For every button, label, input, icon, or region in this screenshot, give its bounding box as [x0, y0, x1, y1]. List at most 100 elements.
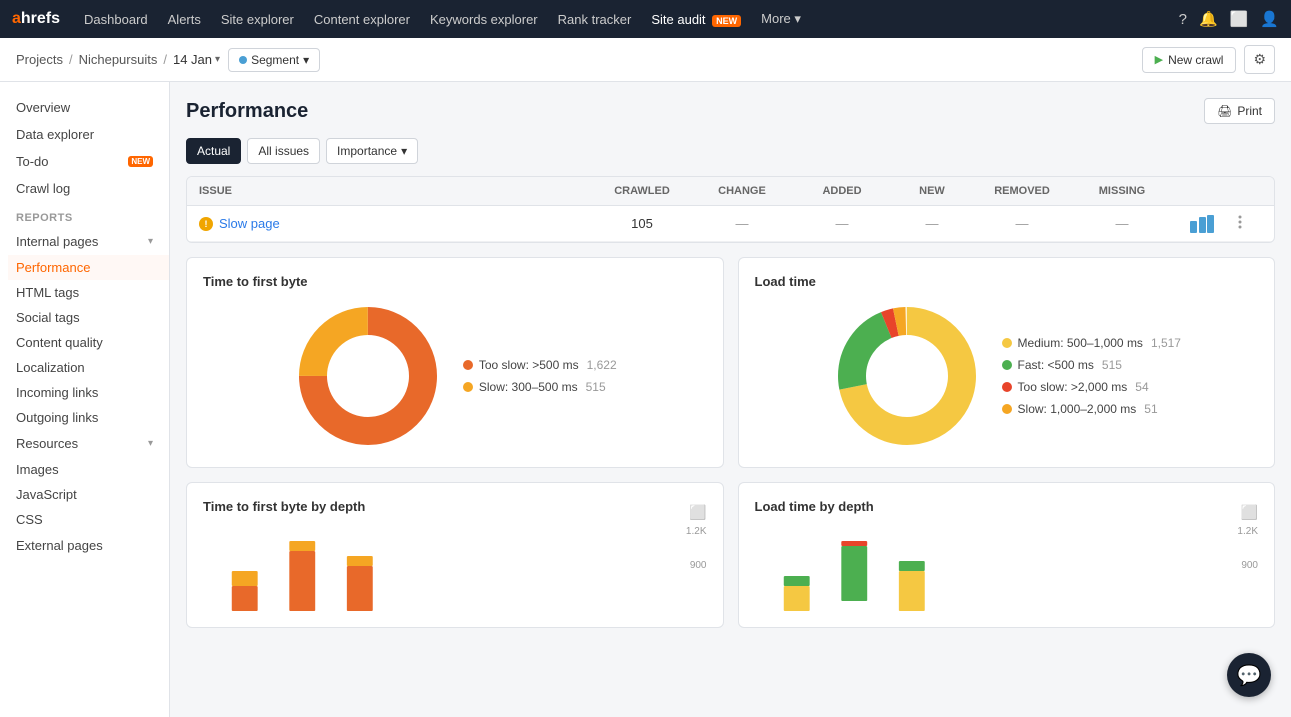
logo[interactable]: ahrefs [12, 10, 60, 28]
sidebar-item-performance[interactable]: Performance [8, 255, 169, 280]
sidebar-item-css[interactable]: CSS [8, 507, 169, 532]
issue-name: ! Slow page [199, 216, 592, 231]
ttfb-dot-1 [463, 360, 473, 370]
internal-pages-submenu: Performance HTML tags Social tags Conten… [0, 255, 169, 430]
col-removed: Removed [972, 185, 1072, 197]
ttfb-y-label-mid: 900 [690, 560, 707, 571]
user-icon[interactable]: 👤 [1260, 10, 1279, 28]
breadcrumb: Projects / Nichepursuits / 14 Jan ▾ [16, 52, 220, 67]
nav-content-explorer[interactable]: Content explorer [306, 8, 418, 31]
col-change: Change [692, 185, 792, 197]
reports-section-header: REPORTS [0, 202, 169, 228]
col-new: New [892, 185, 972, 197]
load-legend-item-4: Slow: 1,000–2,000 ms 51 [1002, 402, 1181, 416]
ttfb-depth-title: Time to first byte by depth [203, 499, 365, 514]
display-icon[interactable]: ⬜ [1230, 10, 1249, 28]
nav-keywords-explorer[interactable]: Keywords explorer [422, 8, 546, 31]
ttfb-legend: Too slow: >500 ms 1,622 Slow: 300–500 ms… [463, 358, 617, 394]
notifications-icon[interactable]: 🔔 [1199, 10, 1218, 28]
col-crawled: Crawled [592, 185, 692, 197]
resources-caret: ▾ [148, 438, 153, 449]
page-title: Performance [186, 100, 308, 123]
ttfb-donut-svg [293, 301, 443, 451]
load-dot-3 [1002, 382, 1012, 392]
segment-button[interactable]: Segment ▾ [228, 48, 320, 72]
load-depth-chart-area: 1.2K 900 [755, 526, 1259, 611]
sidebar-item-resources[interactable]: Resources ▾ [0, 430, 169, 457]
sidebar-item-social-tags[interactable]: Social tags [8, 305, 169, 330]
sidebar-item-localization[interactable]: Localization [8, 355, 169, 380]
sidebar-item-images[interactable]: Images [8, 457, 169, 482]
print-button[interactable]: 🖨 Print [1204, 98, 1275, 124]
new-value: — [892, 216, 972, 231]
load-depth-card: Load time by depth ⬜ 1.2K 900 [738, 482, 1276, 628]
segment-caret: ▾ [303, 53, 309, 67]
load-depth-title: Load time by depth [755, 499, 874, 514]
sidebar-item-crawl-log[interactable]: Crawl log [0, 175, 169, 202]
load-legend-item-1: Medium: 500–1,000 ms 1,517 [1002, 336, 1181, 350]
sub-header-right: ▶ New crawl ⚙ [1142, 45, 1275, 74]
nav-dashboard[interactable]: Dashboard [76, 8, 156, 31]
settings-button[interactable]: ⚙ [1244, 45, 1275, 74]
sidebar-item-html-tags[interactable]: HTML tags [8, 280, 169, 305]
load-donut-container: Medium: 500–1,000 ms 1,517 Fast: <500 ms… [755, 301, 1259, 451]
sidebar-item-javascript[interactable]: JavaScript [8, 482, 169, 507]
projects-link[interactable]: Projects [16, 52, 63, 67]
new-badge: NEW [712, 15, 741, 27]
sub-header: Projects / Nichepursuits / 14 Jan ▾ Segm… [0, 38, 1291, 82]
ttfb-depth-chart-area: 1.2K 900 [203, 526, 707, 611]
new-crawl-button[interactable]: ▶ New crawl [1142, 47, 1237, 73]
sidebar-item-outgoing-links[interactable]: Outgoing links [8, 405, 169, 430]
sidebar-item-external-pages[interactable]: External pages [0, 532, 169, 559]
nav-more[interactable]: More ▾ [753, 7, 809, 31]
crawled-value: 105 [592, 216, 692, 231]
print-icon: 🖨 [1217, 104, 1232, 118]
col-missing: Missing [1072, 185, 1172, 197]
col-actions [1232, 185, 1262, 197]
table-header: Issue Crawled Change Added New Removed M… [187, 177, 1274, 206]
actual-filter[interactable]: Actual [186, 138, 241, 164]
issue-label[interactable]: Slow page [219, 216, 280, 231]
sidebar-item-data-explorer[interactable]: Data explorer [0, 121, 169, 148]
load-legend-item-3: Too slow: >2,000 ms 54 [1002, 380, 1181, 394]
ttfb-depth-header: Time to first byte by depth ⬜ [203, 499, 707, 526]
col-chart [1172, 185, 1232, 197]
nav-site-audit[interactable]: Site audit NEW [643, 8, 749, 31]
load-depth-expand-icon[interactable]: ⬜ [1241, 504, 1258, 521]
importance-filter[interactable]: Importance ▾ [326, 138, 418, 164]
all-issues-filter[interactable]: All issues [247, 138, 320, 164]
ttfb-depth-bars [203, 536, 707, 611]
chat-bubble[interactable]: 💬 [1227, 653, 1271, 697]
nav-site-explorer[interactable]: Site explorer [213, 8, 302, 31]
filter-bar: Actual All issues Importance ▾ [186, 138, 1275, 164]
sidebar-item-internal-pages[interactable]: Internal pages ▾ [0, 228, 169, 255]
removed-value: — [972, 216, 1072, 231]
missing-value: — [1072, 216, 1172, 231]
help-icon[interactable]: ? [1179, 11, 1187, 28]
load-y-label-mid: 900 [1241, 560, 1258, 571]
sidebar-item-overview[interactable]: Overview [0, 94, 169, 121]
added-value: — [792, 216, 892, 231]
importance-caret: ▾ [401, 144, 407, 158]
nav-rank-tracker[interactable]: Rank tracker [550, 8, 640, 31]
load-dot-2 [1002, 360, 1012, 370]
row-more-menu[interactable] [1232, 214, 1262, 233]
sidebar-item-incoming-links[interactable]: Incoming links [8, 380, 169, 405]
main-layout: Overview Data explorer To-do NEW Crawl l… [0, 82, 1291, 717]
resources-submenu: Images JavaScript CSS [0, 457, 169, 532]
load-dot-4 [1002, 404, 1012, 414]
crawl-selector[interactable]: 14 Jan ▾ [173, 52, 220, 67]
todo-badge: NEW [128, 156, 153, 167]
site-link[interactable]: Nichepursuits [79, 52, 158, 67]
sidebar-item-content-quality[interactable]: Content quality [8, 330, 169, 355]
ttfb-depth-expand-icon[interactable]: ⬜ [689, 504, 706, 521]
chat-icon: 💬 [1237, 663, 1262, 688]
main-content: Performance 🖨 Print Actual All issues Im… [170, 82, 1291, 717]
nav-right-icons: ? 🔔 ⬜ 👤 [1179, 10, 1279, 28]
load-legend-item-2: Fast: <500 ms 515 [1002, 358, 1181, 372]
row-mini-chart[interactable] [1172, 215, 1232, 233]
segment-dot [239, 56, 247, 64]
nav-alerts[interactable]: Alerts [160, 8, 209, 31]
sidebar-item-todo[interactable]: To-do NEW [0, 148, 169, 175]
ttfb-chart-card: Time to first byte Too slow: >500 ms [186, 257, 724, 468]
